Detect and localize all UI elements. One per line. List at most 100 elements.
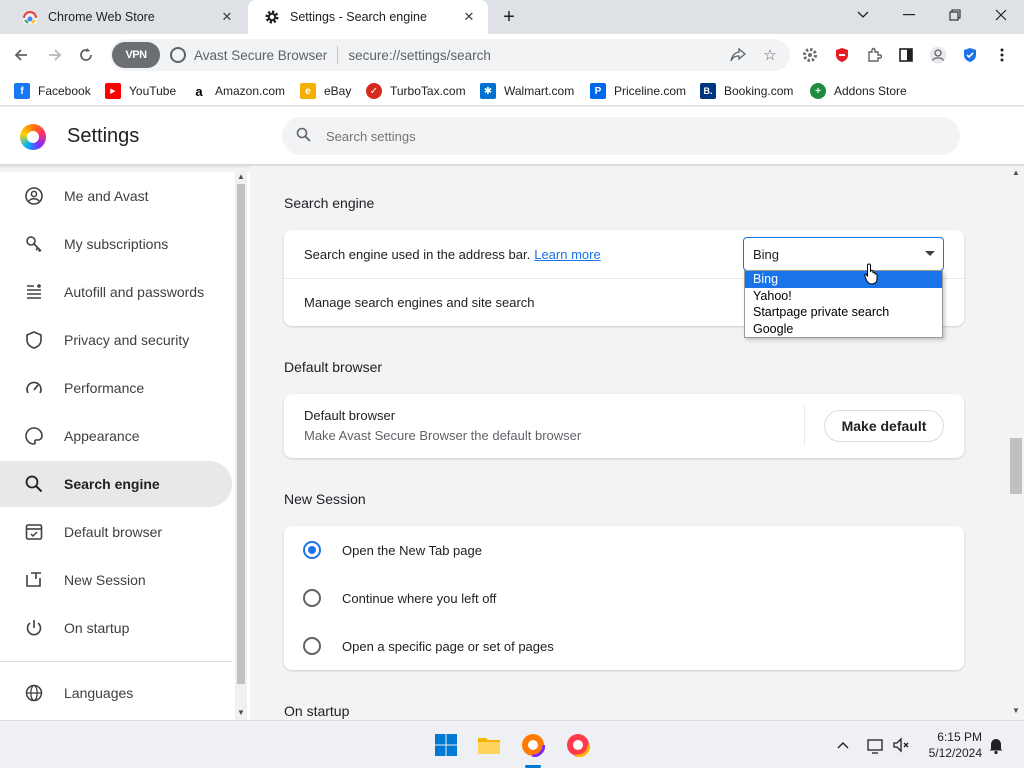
- forward-button[interactable]: [42, 42, 68, 68]
- search-engine-select[interactable]: Bing: [743, 237, 944, 271]
- sidebar-item-autofill[interactable]: Autofill and passwords: [0, 269, 232, 315]
- bookmark-turbotax[interactable]: ✓ TurboTax.com: [366, 81, 466, 101]
- sidebar-item-label: Languages: [64, 685, 134, 701]
- hand-pointer-cursor-icon: [864, 263, 880, 285]
- side-panel-icon[interactable]: [896, 45, 916, 65]
- bookmark-walmart[interactable]: ✱ Walmart.com: [480, 81, 574, 101]
- sidebar-item-on-startup[interactable]: On startup: [0, 605, 232, 651]
- priceline-icon: P: [590, 83, 606, 99]
- puzzle-extensions-icon[interactable]: [864, 45, 884, 65]
- bookmark-priceline[interactable]: P Priceline.com: [590, 81, 686, 101]
- extension-gear-icon[interactable]: [800, 45, 820, 65]
- manage-search-engines-label: Manage search engines and site search: [304, 294, 535, 310]
- reload-button[interactable]: [73, 42, 99, 68]
- sidebar-item-me-and-avast[interactable]: Me and Avast: [0, 173, 232, 219]
- minimize-button[interactable]: [886, 0, 932, 30]
- new-session-option[interactable]: Open the New Tab page: [284, 526, 964, 574]
- radio-unchecked[interactable]: [303, 589, 321, 607]
- clock-time: 6:15 PM: [937, 730, 982, 744]
- sidebar-item-new-session[interactable]: New Session: [0, 557, 232, 603]
- close-window-button[interactable]: [978, 0, 1024, 30]
- avast-secure-browser-taskbar-icon[interactable]: [565, 732, 591, 758]
- search-settings-box[interactable]: [282, 117, 960, 155]
- network-icon[interactable]: [866, 733, 886, 757]
- sidebar-item-label: Performance: [64, 380, 145, 396]
- system-clock[interactable]: 6:15 PM 5/12/2024: [929, 729, 982, 761]
- url-text[interactable]: secure://settings/search: [348, 48, 491, 63]
- browser-icon: [24, 523, 44, 541]
- main-scrollbar[interactable]: ▲ ▼: [1008, 166, 1024, 720]
- speedometer-icon: [24, 379, 44, 397]
- selected-value: Bing: [753, 246, 780, 262]
- dropdown-option-google[interactable]: Google: [745, 321, 942, 338]
- dropdown-option-yahoo[interactable]: Yahoo!: [745, 288, 942, 305]
- new-tab-button[interactable]: +: [498, 6, 520, 28]
- tab-search-chevron-icon[interactable]: [840, 0, 886, 30]
- restore-button[interactable]: [932, 0, 978, 30]
- bookmark-label: Walmart.com: [504, 84, 575, 98]
- search-settings-input[interactable]: [326, 128, 926, 144]
- make-default-button[interactable]: Make default: [824, 410, 944, 442]
- sidebar-scrollbar[interactable]: ▲ ▼: [235, 172, 247, 720]
- show-hidden-icons-chevron-icon[interactable]: [836, 733, 852, 757]
- bookmark-amazon[interactable]: a Amazon.com: [191, 81, 285, 101]
- main-scrollbar-thumb[interactable]: [1010, 438, 1022, 494]
- sidebar-item-search-engine[interactable]: Search engine: [0, 461, 232, 507]
- scroll-down-arrow-icon[interactable]: ▼: [237, 708, 245, 717]
- sidebar-item-my-subscriptions[interactable]: My subscriptions: [0, 221, 232, 267]
- dropdown-option-bing[interactable]: Bing: [745, 271, 942, 288]
- bookmark-ebay[interactable]: e eBay: [300, 81, 351, 101]
- sidebar-item-performance[interactable]: Performance: [0, 365, 232, 411]
- key-icon: [24, 235, 44, 253]
- security-shield-icon[interactable]: [960, 45, 980, 65]
- radio-checked[interactable]: [303, 541, 321, 559]
- tab-settings[interactable]: Settings - Search engine ✕: [248, 0, 488, 34]
- bookmark-label: Facebook: [38, 84, 91, 98]
- new-session-option[interactable]: Open a specific page or set of pages: [284, 622, 964, 670]
- learn-more-link[interactable]: Learn more: [534, 247, 600, 262]
- sidebar-item-appearance[interactable]: Appearance: [0, 413, 232, 459]
- bookmark-label: Addons Store: [834, 84, 907, 98]
- volume-muted-icon[interactable]: [892, 733, 912, 757]
- ebay-bag-icon: e: [300, 83, 316, 99]
- adblock-icon[interactable]: [832, 45, 852, 65]
- avast-browser-taskbar-icon[interactable]: [520, 732, 546, 758]
- sidebar-item-label: Search engine: [64, 476, 160, 492]
- scroll-up-arrow-icon[interactable]: ▲: [237, 172, 245, 181]
- windows-start-icon[interactable]: [434, 733, 458, 757]
- search-icon: [296, 127, 316, 146]
- radio-unchecked[interactable]: [303, 637, 321, 655]
- bookmark-addons-store[interactable]: + Addons Store: [810, 81, 907, 101]
- account-icon: [24, 187, 44, 205]
- address-bar-engine-label: Search engine used in the address bar.: [304, 246, 531, 262]
- notification-bell-icon[interactable]: [988, 733, 1006, 757]
- close-tab-icon[interactable]: ✕: [218, 8, 236, 26]
- sidebar-scrollbar-thumb[interactable]: [237, 184, 245, 684]
- share-icon[interactable]: [728, 45, 748, 65]
- tab-chrome-web-store[interactable]: Chrome Web Store ✕: [6, 0, 246, 34]
- settings-header: Settings: [0, 107, 1024, 165]
- menu-kebab-icon[interactable]: [992, 45, 1012, 65]
- close-tab-icon[interactable]: ✕: [460, 8, 478, 26]
- back-button[interactable]: [8, 42, 34, 68]
- sidebar-item-languages[interactable]: Languages: [0, 670, 232, 716]
- sidebar-item-default-browser[interactable]: Default browser: [0, 509, 232, 555]
- bookmark-booking[interactable]: B. Booking.com: [700, 81, 793, 101]
- profile-avatar-icon[interactable]: [928, 45, 948, 65]
- vpn-button[interactable]: VPN: [112, 42, 160, 68]
- bookmark-star-icon[interactable]: ☆: [760, 45, 780, 65]
- default-browser-card: Default browser Make Avast Secure Browse…: [284, 394, 964, 458]
- bookmark-facebook[interactable]: f Facebook: [14, 81, 91, 101]
- amazon-icon: a: [191, 83, 207, 99]
- page-title: Settings: [67, 125, 140, 147]
- address-bar[interactable]: VPN Avast Secure Browser secure://settin…: [110, 39, 790, 71]
- secure-site-icon[interactable]: [170, 47, 186, 63]
- file-explorer-icon[interactable]: [477, 733, 501, 757]
- scroll-down-arrow-icon[interactable]: ▼: [1012, 706, 1020, 715]
- dropdown-option-startpage[interactable]: Startpage private search: [745, 304, 942, 321]
- new-session-option[interactable]: Continue where you left off: [284, 574, 964, 622]
- sidebar-item-privacy[interactable]: Privacy and security: [0, 317, 232, 363]
- bookmark-youtube[interactable]: ▶ YouTube: [105, 81, 176, 101]
- scroll-up-arrow-icon[interactable]: ▲: [1012, 168, 1020, 177]
- bookmark-label: Booking.com: [724, 84, 794, 98]
